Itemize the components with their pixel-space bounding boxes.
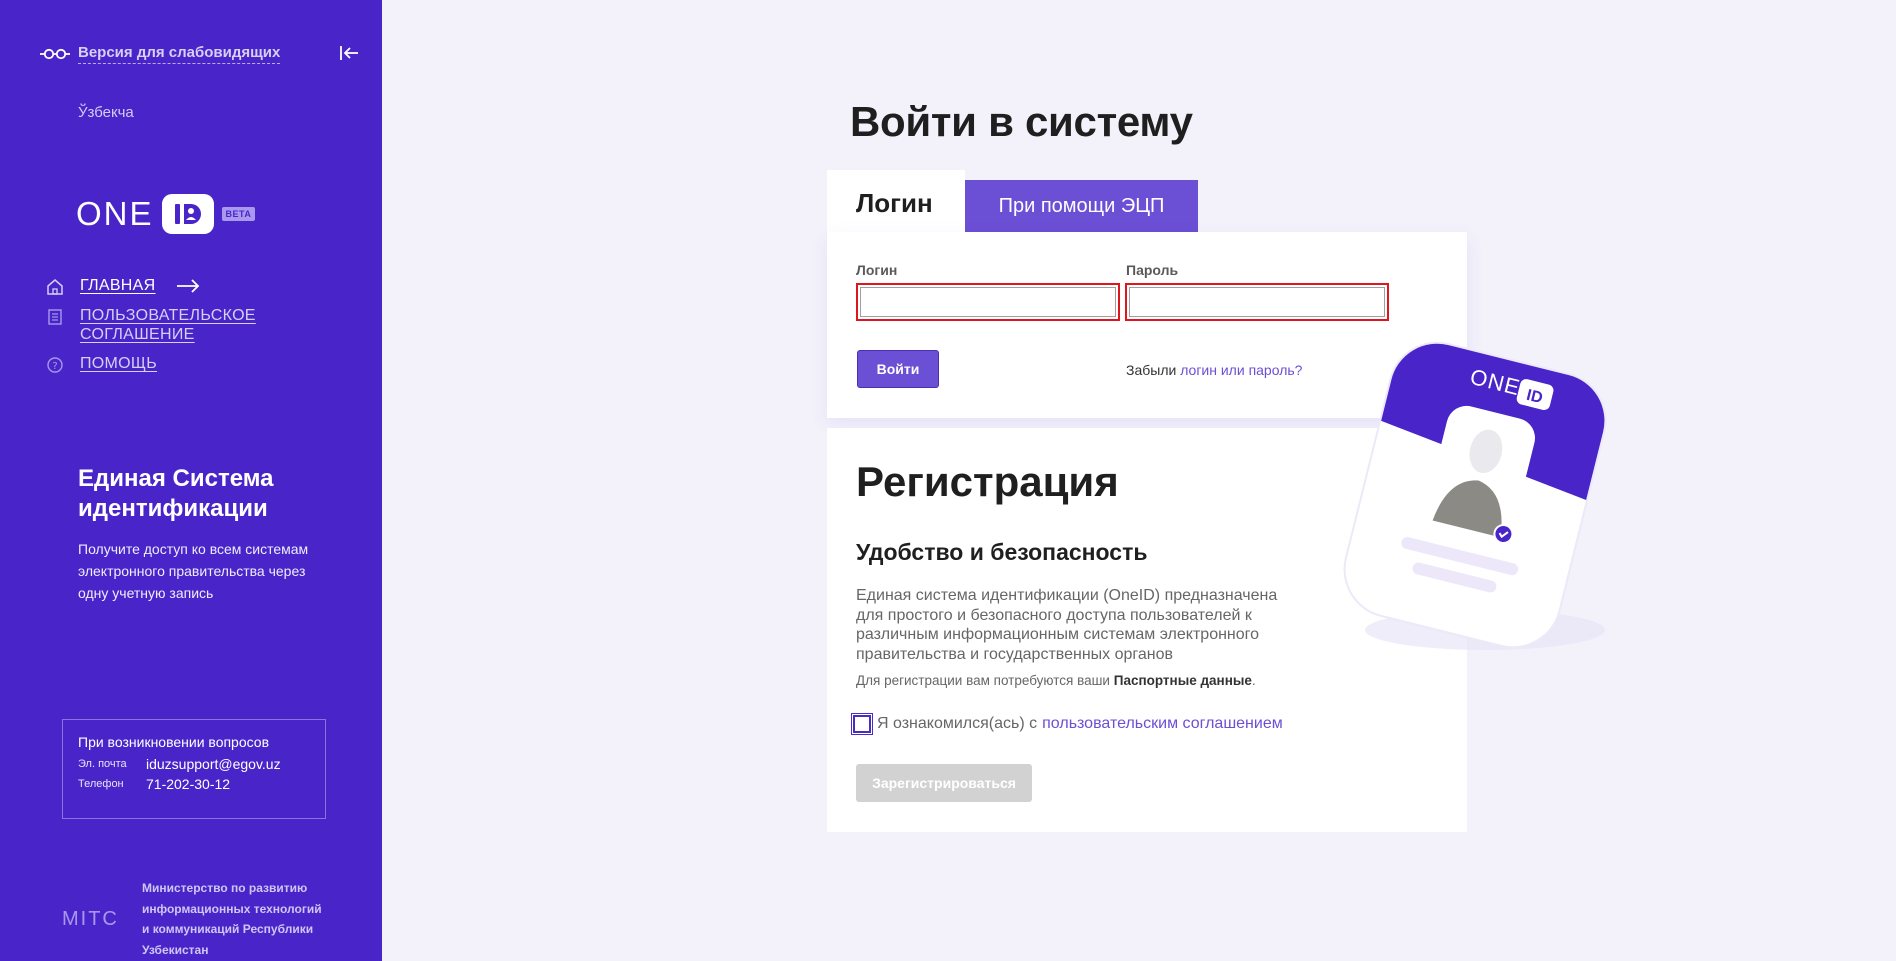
nav-label-help: ПОМОЩЬ	[80, 355, 158, 372]
login-input[interactable]	[856, 283, 1120, 321]
agreement-checkbox[interactable]	[851, 713, 873, 735]
svg-text:?: ?	[52, 361, 57, 372]
tab-login[interactable]: Логин	[827, 170, 965, 232]
note-passport: Паспортные данные	[1113, 673, 1252, 688]
collapse-sidebar-icon[interactable]	[338, 43, 360, 63]
document-icon	[48, 309, 62, 325]
support-email[interactable]: iduzsupport@egov.uz	[146, 756, 281, 772]
accessibility-version-link[interactable]: Версия для слабовидящих	[78, 44, 281, 64]
accessibility-row: Версия для слабовидящих	[40, 44, 281, 64]
mitc-logo-icon: MITC	[62, 908, 119, 928]
contact-title: При возникновении вопросов	[78, 734, 270, 750]
password-input[interactable]	[1125, 283, 1389, 321]
help-icon: ?	[47, 357, 63, 373]
info-title: Единая Система идентификации	[78, 465, 274, 522]
ministry-text: Министерство по развитию информационных …	[142, 881, 322, 957]
nav-label-agreement-line2: СОГЛАШЕНИЕ	[80, 326, 195, 343]
logo-id-mark	[161, 194, 214, 234]
nav-label-agreement-line1: ПОЛЬЗОВАТЕЛЬСКОЕ	[80, 307, 256, 324]
sidebar: Версия для слабовидящих Ўзбекча ONE BETA…	[0, 0, 382, 961]
id-card-illustration: ONE ID	[1334, 332, 1616, 658]
nav-item-agreement[interactable]: ПОЛЬЗОВАТЕЛЬСКОЕ СОГЛАШЕНИЕ	[46, 306, 256, 344]
register-button[interactable]: Зарегистрироваться	[856, 764, 1032, 802]
page-title: Войти в систему	[850, 98, 1193, 145]
tab-ecp[interactable]: При помощи ЭЦП	[965, 180, 1198, 232]
oneid-logo[interactable]: ONE BETA	[76, 194, 256, 234]
beta-badge: BETA	[221, 207, 256, 221]
glasses-icon	[40, 48, 70, 60]
id-mark-icon	[174, 204, 201, 224]
login-submit-button[interactable]: Войти	[857, 350, 939, 388]
logo-text: ONE	[76, 195, 154, 232]
note-suffix: .	[1251, 673, 1256, 688]
forgot-credentials-link[interactable]: логин или пароль?	[1180, 362, 1302, 378]
registration-note: Для регистрации вам потребуются ваши Пас…	[856, 673, 1256, 688]
nav-item-home[interactable]: ГЛАВНАЯ	[46, 276, 256, 296]
nav-item-help[interactable]: ? ПОМОЩЬ	[46, 354, 256, 374]
support-phone[interactable]: 71-202-30-12	[146, 776, 230, 792]
nav-label-agreement: ПОЛЬЗОВАТЕЛЬСКОЕ СОГЛАШЕНИЕ	[80, 306, 256, 344]
nav-label-home: ГЛАВНАЯ	[80, 277, 156, 294]
email-label: Эл. почта	[78, 758, 127, 770]
agreement-link[interactable]: пользовательским соглашением	[1042, 715, 1283, 733]
arrow-right-icon	[176, 279, 199, 293]
contact-email-row: Эл. почта iduzsupport@egov.uz	[78, 756, 310, 772]
home-icon	[47, 279, 63, 295]
contact-box: При возникновении вопросов Эл. почта idu…	[62, 719, 326, 819]
registration-title: Регистрация	[856, 458, 1119, 505]
registration-description: Единая система идентификации (OneID) пре…	[856, 587, 1278, 663]
note-prefix: Для регистрации вам потребуются ваши	[856, 673, 1110, 688]
language-switch[interactable]: Ўзбекча	[78, 104, 134, 121]
phone-label: Телефон	[78, 778, 124, 790]
contact-phone-row: Телефон 71-202-30-12	[78, 776, 310, 792]
info-text: Получите доступ ко всем системам электро…	[78, 541, 309, 601]
forgot-credentials: Забыли логин или пароль?	[1126, 362, 1302, 378]
forgot-prefix: Забыли	[1126, 362, 1177, 378]
password-field-label: Пароль	[1126, 262, 1179, 278]
login-field-label: Логин	[856, 262, 898, 278]
agreement-row: Я ознакомился(ась) с пользовательским со…	[851, 713, 1283, 735]
mitc-logo-text: MITC	[62, 908, 119, 928]
agreement-prefix: Я ознакомился(ась) с	[877, 715, 1038, 732]
sidebar-nav: ГЛАВНАЯ ПОЛЬЗОВАТЕЛЬСКОЕ СОГЛАШЕНИЕ ? ПО…	[46, 276, 256, 384]
registration-subtitle: Удобство и безопасность	[856, 539, 1148, 565]
